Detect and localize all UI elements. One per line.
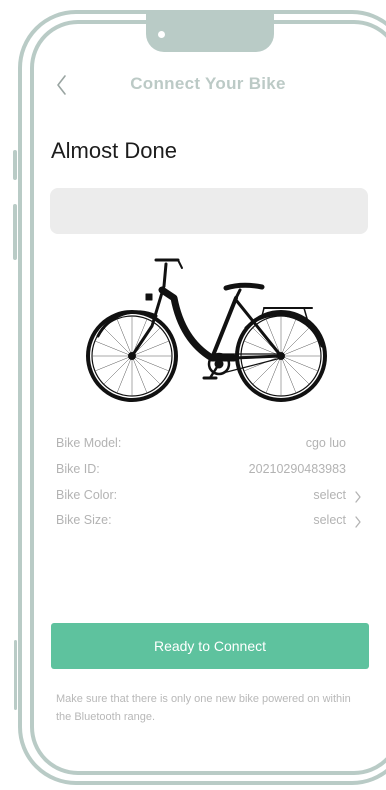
bike-id-label: Bike ID: bbox=[56, 462, 100, 476]
bike-model-label: Bike Model: bbox=[56, 436, 122, 450]
side-button-middle bbox=[13, 204, 17, 260]
page-title: Almost Done bbox=[51, 138, 177, 163]
nav-title: Connect Your Bike bbox=[130, 74, 286, 93]
bike-model-value: cgo luo bbox=[305, 436, 346, 450]
bike-name-field[interactable] bbox=[50, 188, 368, 234]
phone-screen: Connect Your Bike Almost Done Bike Model… bbox=[0, 0, 386, 790]
side-button-bottom bbox=[14, 640, 17, 710]
bike-color-row[interactable]: Bike Color: select bbox=[56, 488, 362, 506]
bike-size-select[interactable]: select bbox=[313, 513, 346, 527]
bike-id-row: Bike ID: 20210290483983 bbox=[56, 462, 362, 480]
chevron-left-icon bbox=[57, 75, 66, 95]
bike-color-label: Bike Color: bbox=[56, 488, 118, 502]
chevron-right-icon[interactable] bbox=[354, 516, 362, 528]
chevron-right-icon[interactable] bbox=[354, 491, 362, 503]
ready-to-connect-button[interactable]: Ready to Connect bbox=[51, 623, 369, 669]
bike-size-label: Bike Size: bbox=[56, 513, 112, 527]
bike-size-row[interactable]: Bike Size: select bbox=[56, 513, 362, 531]
back-button[interactable] bbox=[52, 72, 74, 98]
bike-illustration bbox=[86, 258, 327, 402]
bike-color-select[interactable]: select bbox=[313, 488, 346, 502]
bike-model-row: Bike Model: cgo luo bbox=[56, 436, 362, 454]
side-button-top bbox=[13, 150, 17, 180]
phone-notch bbox=[146, 12, 274, 52]
bike-id-value: 20210290483983 bbox=[248, 462, 346, 476]
bluetooth-hint-text: Make sure that there is only one new bik… bbox=[56, 693, 351, 723]
camera-dot bbox=[158, 31, 165, 38]
